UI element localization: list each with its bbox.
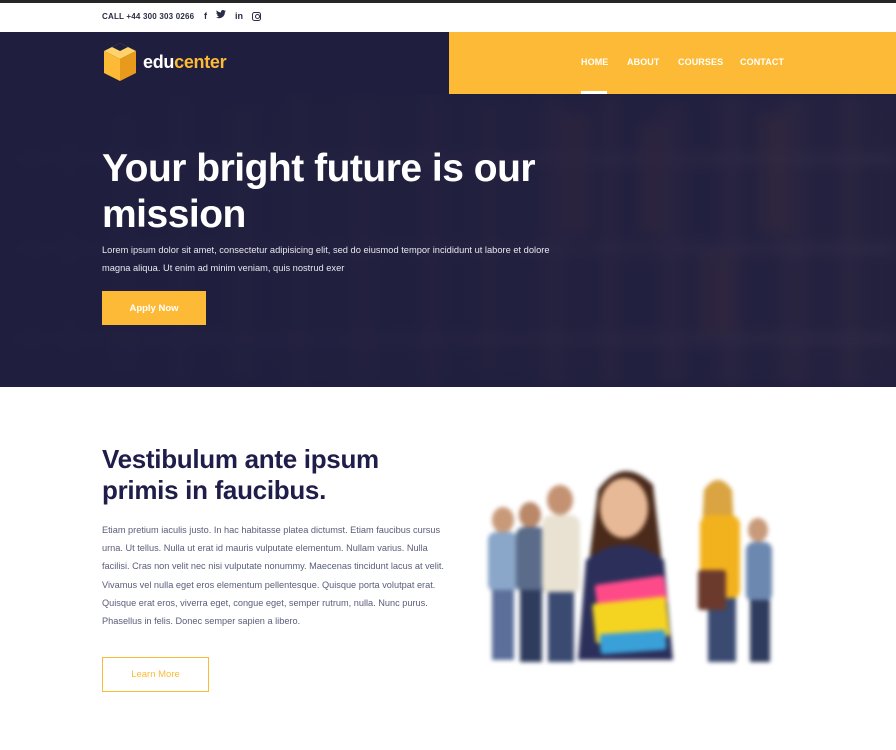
facebook-icon[interactable]: f — [204, 10, 207, 22]
learn-more-button[interactable]: Learn More — [102, 657, 209, 692]
about-title: Vestibulum ante ipsum primis in faucibus… — [102, 444, 379, 505]
social-links: f in — [204, 10, 261, 22]
logo-text-center: center — [174, 51, 227, 72]
navbar-right — [449, 32, 896, 94]
linkedin-icon[interactable]: in — [235, 10, 243, 22]
nav-contact[interactable]: CONTACT — [740, 57, 784, 67]
logo[interactable]: educenter — [102, 41, 227, 83]
call-text: CALL +44 300 303 0266 — [102, 12, 195, 21]
apply-now-button[interactable]: Apply Now — [102, 291, 206, 325]
twitter-icon[interactable] — [216, 10, 226, 22]
logo-text-edu: edu — [143, 51, 175, 72]
nav-about[interactable]: ABOUT — [627, 57, 660, 67]
hero-section: Your bright future is our mission Lorem … — [0, 94, 896, 387]
logo-cube-icon — [104, 43, 136, 81]
students-image — [468, 460, 798, 670]
about-text: Etiam pretium iaculis justo. In hac habi… — [102, 525, 444, 627]
top-bar: CALL +44 300 303 0266 f in — [0, 3, 896, 32]
hero-text: Lorem ipsum dolor sit amet, consectetur … — [102, 245, 550, 273]
hero-title: Your bright future is our mission — [102, 147, 536, 236]
nav-courses[interactable]: COURSES — [678, 57, 723, 67]
instagram-icon[interactable] — [252, 11, 261, 21]
nav-home[interactable]: HOME — [581, 57, 608, 67]
